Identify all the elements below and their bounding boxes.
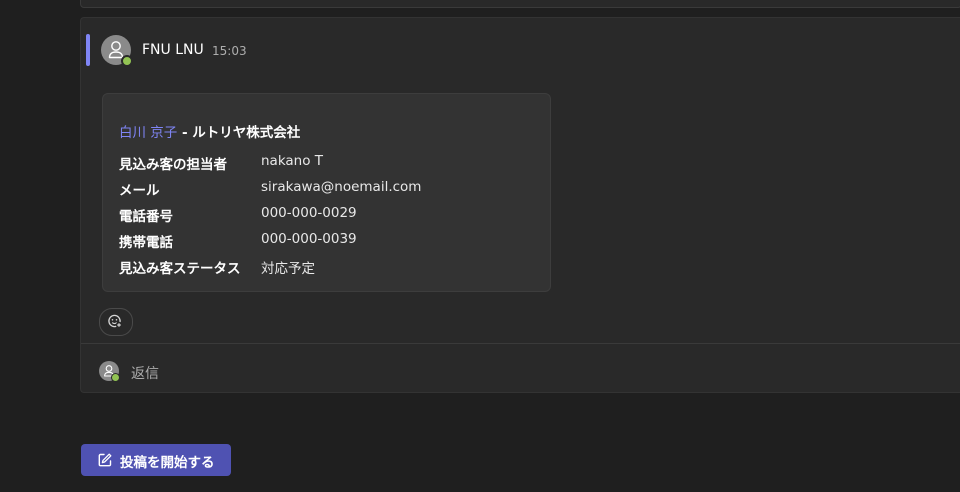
reply-avatar <box>99 361 120 382</box>
unread-accent-bar <box>86 34 90 66</box>
card-row-value: 000-000-0029 <box>261 205 357 221</box>
post-timestamp: 15:03 <box>212 44 247 58</box>
add-reaction-button[interactable] <box>99 308 133 336</box>
compose-icon <box>98 453 112 467</box>
lead-card: 白川 京子 - ルトリヤ株式会社 見込み客の担当者 nakano T メール s… <box>102 93 551 292</box>
presence-available-icon <box>121 55 133 67</box>
presence-available-icon <box>111 373 120 382</box>
card-row-label: 見込み客ステータス <box>119 261 241 277</box>
card-row-value: 000-000-0039 <box>261 231 357 247</box>
start-post-button[interactable]: 投稿を開始する <box>81 444 231 476</box>
author-avatar[interactable] <box>101 35 133 67</box>
card-row-label: メール <box>119 183 160 199</box>
card-row-value: 対応予定 <box>261 261 315 277</box>
reply-button[interactable]: 返信 <box>131 363 159 383</box>
reply-divider <box>81 343 960 344</box>
card-row-value: sirakawa@noemail.com <box>261 179 422 195</box>
add-reaction-icon <box>108 314 123 329</box>
previous-post <box>80 0 960 8</box>
lead-name-link[interactable]: 白川 京子 <box>119 125 177 141</box>
card-row-value: nakano T <box>261 153 324 169</box>
start-post-label: 投稿を開始する <box>120 455 215 471</box>
card-title: 白川 京子 - ルトリヤ株式会社 <box>119 121 300 141</box>
card-row-label: 携帯電話 <box>119 235 173 251</box>
card-row-label: 電話番号 <box>119 209 173 225</box>
card-row-label: 見込み客の担当者 <box>119 157 227 173</box>
message-post: FNU LNU 15:03 白川 京子 - ルトリヤ株式会社 見込み客の担当者 … <box>80 17 960 393</box>
lead-company: - ルトリヤ株式会社 <box>177 125 301 141</box>
author-name[interactable]: FNU LNU <box>142 42 204 58</box>
